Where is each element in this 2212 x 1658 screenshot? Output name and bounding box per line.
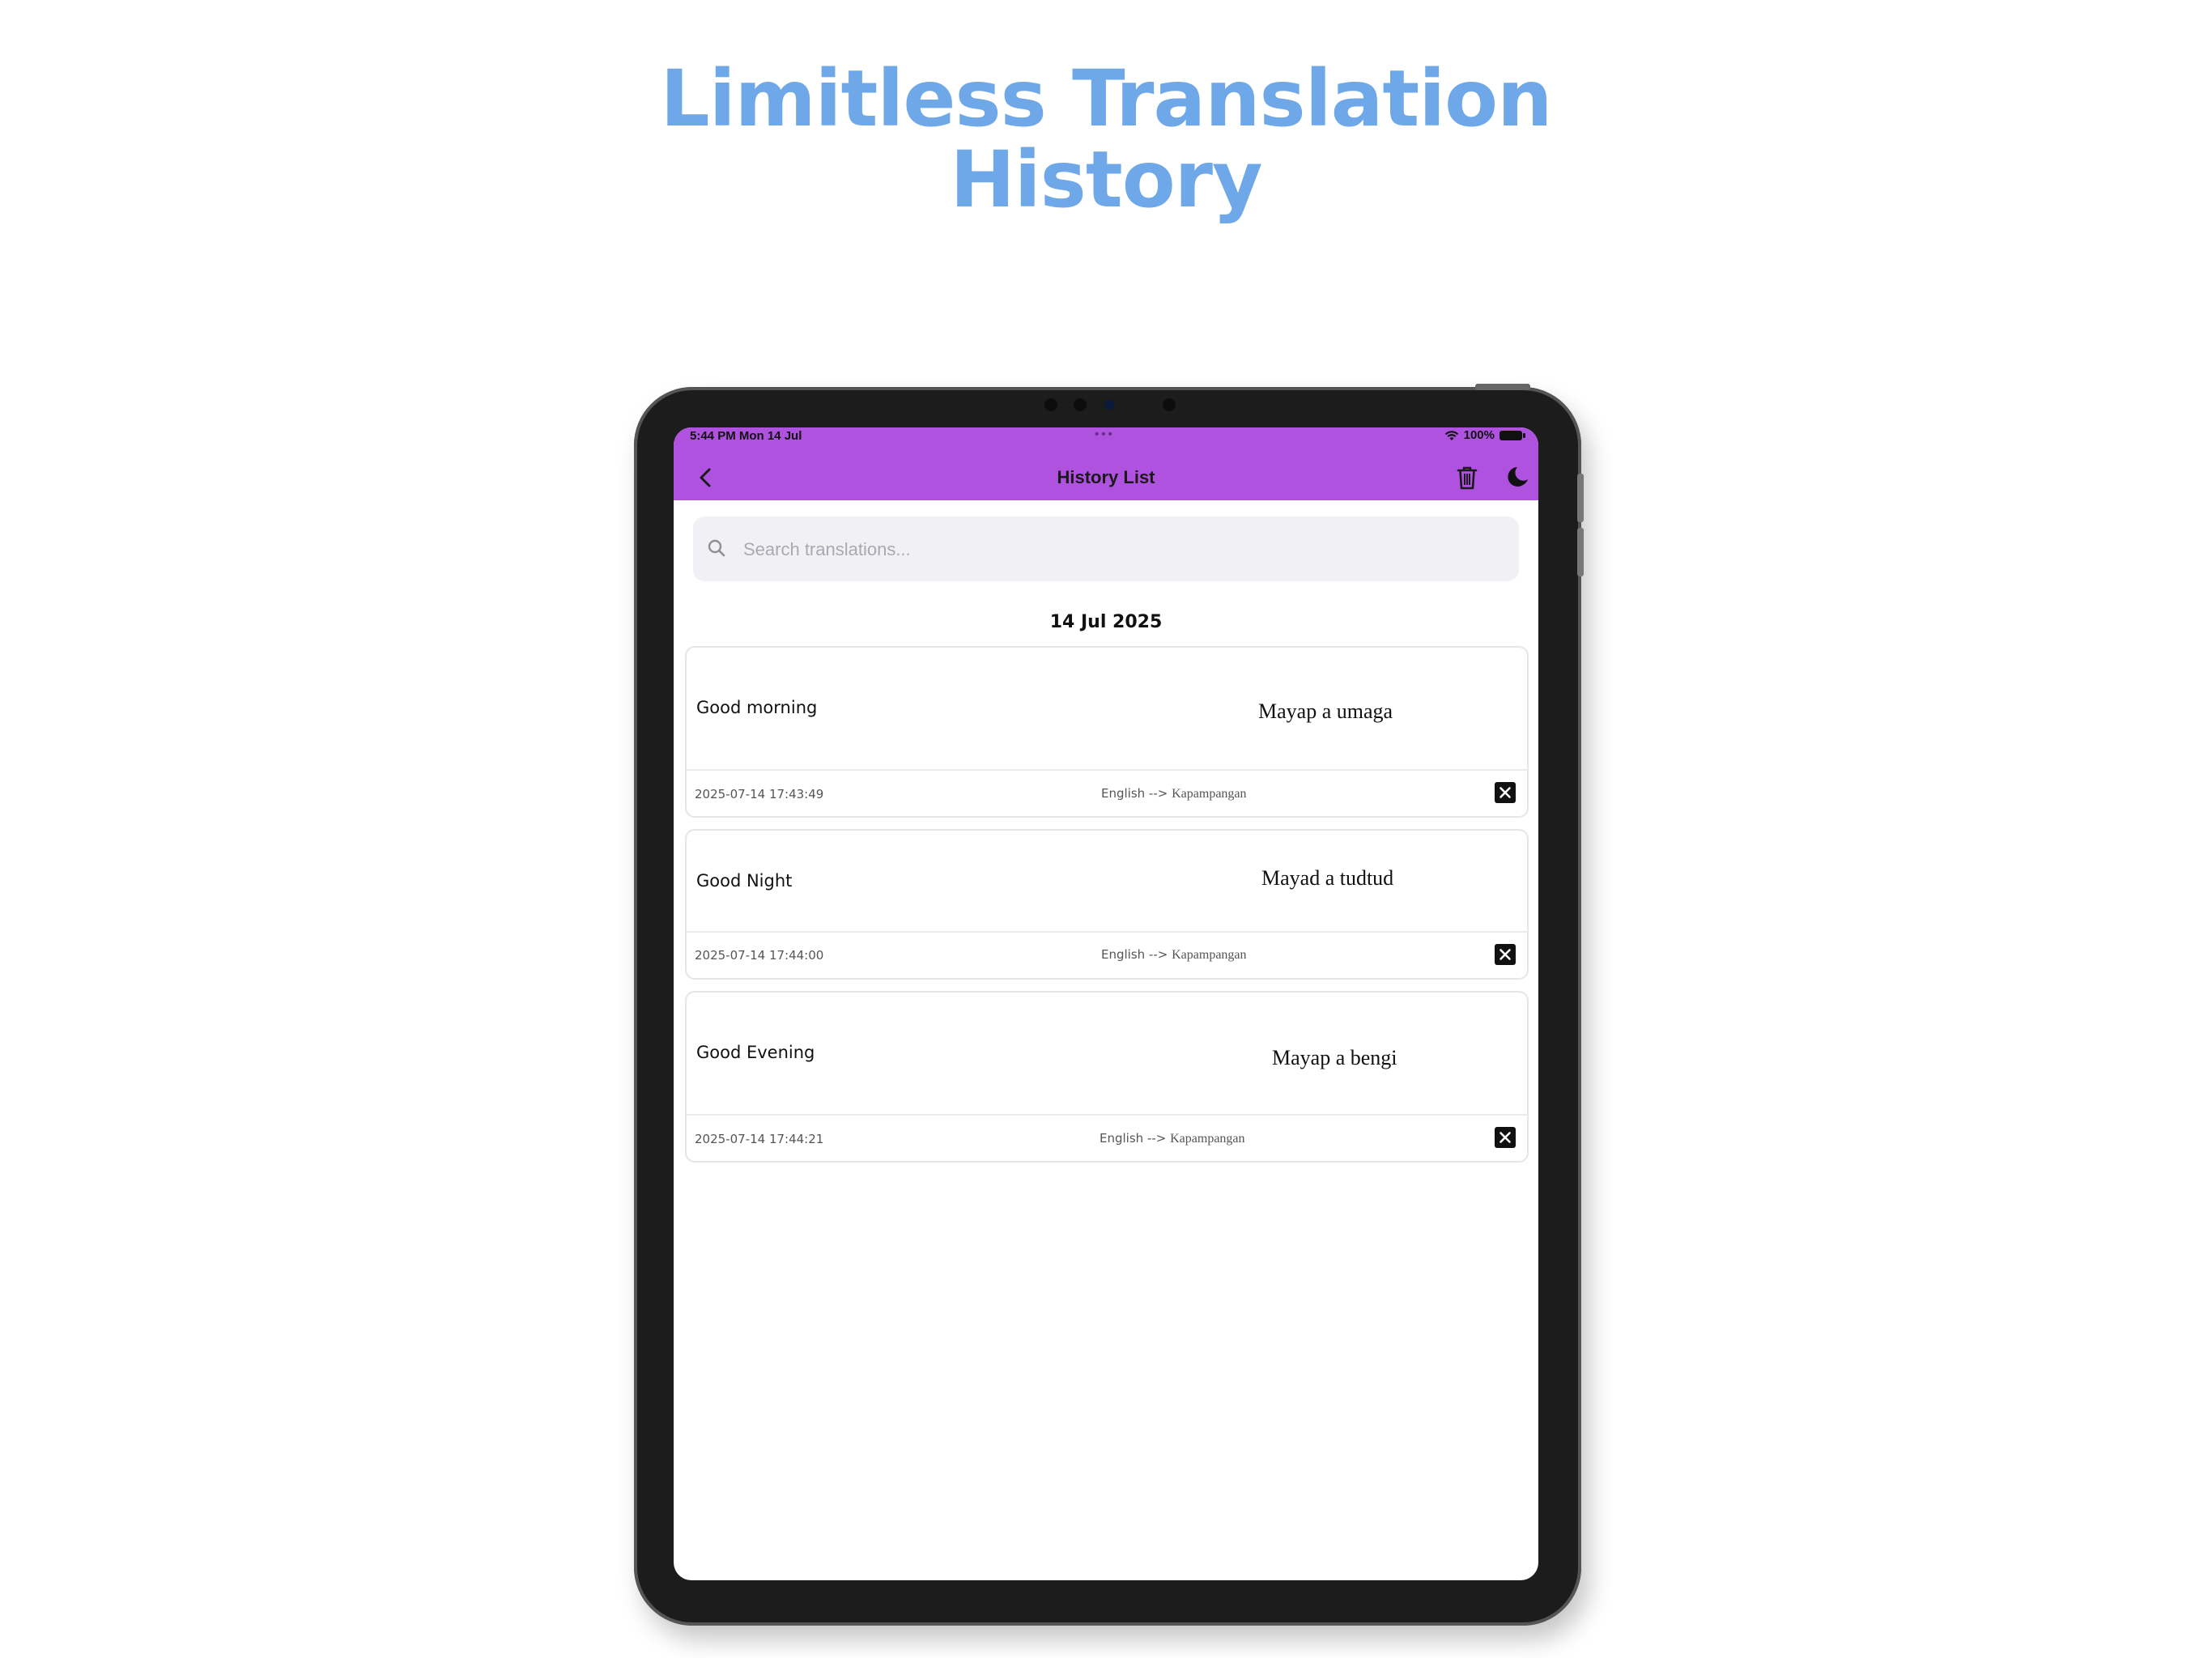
tablet-screen: 5:44 PM Mon 14 Jul ••• 100% History List [674, 427, 1538, 1580]
trash-icon[interactable] [1451, 461, 1483, 494]
target-language: Kapampangan [1172, 948, 1247, 962]
headline: Limitless Translation History [0, 58, 2212, 220]
source-language: English --> [1101, 786, 1168, 801]
search-icon [708, 539, 725, 557]
source-language: English --> [1100, 1131, 1167, 1146]
card-divider [687, 931, 1527, 933]
source-text: Good Night [696, 871, 793, 891]
card-divider [687, 769, 1527, 771]
status-time: 5:44 PM Mon 14 Jul [690, 429, 802, 443]
status-bar: 5:44 PM Mon 14 Jul ••• 100% [674, 427, 1538, 444]
source-text: Good morning [696, 698, 818, 717]
history-card[interactable]: Good morning Mayap a umaga 2025-07-14 17… [685, 646, 1529, 818]
translated-text: Mayap a umaga [1258, 699, 1393, 723]
headline-line-2: History [950, 134, 1262, 225]
camera-lens [1104, 400, 1114, 410]
tablet-volume-up-button [1577, 474, 1584, 522]
translated-text: Mayad a tudtud [1261, 866, 1394, 890]
history-card[interactable]: Good Evening Mayap a bengi 2025-07-14 17… [685, 991, 1529, 1163]
target-language: Kapampangan [1172, 787, 1247, 801]
sensor-dot [1163, 398, 1176, 411]
close-icon[interactable] [1495, 782, 1516, 803]
battery-percent: 100% [1463, 428, 1495, 442]
app-bar: 5:44 PM Mon 14 Jul ••• 100% History List [674, 427, 1538, 500]
source-text: Good Evening [696, 1043, 815, 1062]
close-icon[interactable] [1495, 1127, 1516, 1148]
entry-timestamp: 2025-07-14 17:43:49 [695, 787, 824, 801]
page-title: History List [1057, 467, 1155, 487]
moon-icon[interactable] [1501, 461, 1534, 494]
tablet-top-button [1475, 384, 1530, 390]
card-divider [687, 1114, 1527, 1116]
headline-line-1: Limitless Translation [660, 53, 1553, 144]
language-direction: English --> Kapampangan [1101, 947, 1247, 963]
language-direction: English --> Kapampangan [1101, 786, 1247, 801]
search-input[interactable] [742, 531, 1506, 568]
tablet-volume-down-button [1577, 528, 1584, 576]
sensor-dot [1044, 398, 1057, 411]
translated-text: Mayap a bengi [1272, 1046, 1397, 1069]
battery-icon [1499, 430, 1525, 440]
language-direction: English --> Kapampangan [1100, 1131, 1245, 1146]
source-language: English --> [1101, 947, 1168, 962]
status-right: 100% [1444, 428, 1525, 442]
wifi-icon [1444, 430, 1458, 440]
close-icon[interactable] [1495, 944, 1516, 965]
history-card[interactable]: Good Night Mayad a tudtud 2025-07-14 17:… [685, 829, 1529, 980]
date-group-header: 14 Jul 2025 [1049, 612, 1163, 632]
target-language: Kapampangan [1170, 1132, 1245, 1146]
sensor-dot [1074, 398, 1087, 411]
search-bar[interactable] [693, 517, 1519, 581]
entry-timestamp: 2025-07-14 17:44:21 [695, 1132, 824, 1146]
multitasking-dots[interactable]: ••• [1095, 427, 1115, 441]
entry-timestamp: 2025-07-14 17:44:00 [695, 948, 824, 963]
